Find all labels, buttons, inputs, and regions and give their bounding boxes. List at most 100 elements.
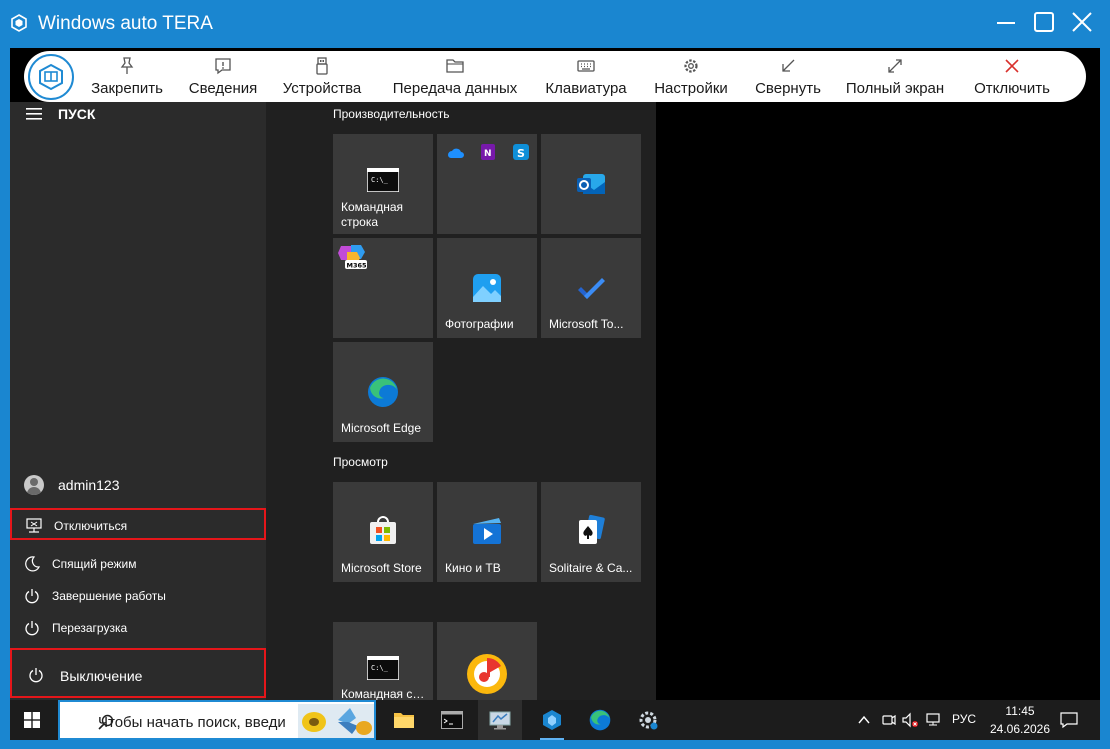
sleep-item[interactable]: Спящий режим (10, 548, 266, 580)
info-icon (215, 58, 231, 75)
search-highlight-illustration-icon (298, 704, 374, 738)
m365-icon: M365 (338, 245, 367, 270)
cmd-icon (441, 711, 463, 729)
tile-microsoft-store[interactable]: Microsoft Store (333, 482, 433, 582)
start-menu-title: ПУСК (58, 106, 96, 122)
tile-office-apps[interactable]: N S (437, 134, 537, 234)
tile-label: Microsoft To... (549, 317, 624, 331)
tera-logo-icon (39, 63, 63, 91)
tile-command-prompt[interactable]: C:\_ Командная строка (333, 134, 433, 234)
todo-icon (578, 278, 605, 299)
group-title-view: Просмотр (333, 455, 388, 469)
notification-icon[interactable] (1060, 712, 1078, 728)
tile-outlook[interactable] (541, 134, 641, 234)
remote-session-toolbar: Закрепить Сведения Устройства Передача д… (24, 51, 1086, 102)
edge-icon (589, 709, 611, 731)
gear-icon (684, 59, 698, 73)
restart-item[interactable]: Перезагрузка (10, 612, 266, 644)
disconnect-label: Отключиться (54, 519, 128, 533)
shutdown-label: Завершение работы (52, 589, 166, 603)
avatar (24, 475, 44, 495)
disconnect-icon (26, 518, 42, 533)
power-icon (29, 668, 43, 683)
toolbar-button-label: Отключить (974, 80, 1050, 97)
input-language-indicator[interactable]: РУС (952, 712, 976, 726)
sleep-label: Спящий режим (52, 557, 137, 571)
close-window-icon[interactable] (1070, 10, 1094, 34)
tile-microsoft-edge[interactable]: Microsoft Edge (333, 342, 433, 442)
toolbar-button-label: Закрепить (91, 80, 163, 97)
toolbar-info-button[interactable]: Сведения (180, 51, 266, 102)
power-icon (25, 589, 39, 604)
svg-text:N: N (484, 149, 492, 159)
clock-time[interactable]: 11:45 (1000, 704, 1040, 718)
tile-music[interactable] (437, 622, 537, 700)
camera-tray-icon[interactable] (880, 712, 896, 728)
maximize-window-icon[interactable] (1032, 10, 1056, 34)
remote-desktop-icon (489, 711, 511, 730)
tile-label: Microsoft Edge (341, 421, 422, 435)
pin-icon (120, 57, 134, 74)
user-account[interactable]: admin123 (10, 472, 266, 500)
tile-microsoft-todo[interactable]: Microsoft To... (541, 238, 641, 338)
toolbar-minimize-button[interactable]: Свернуть (746, 51, 830, 102)
tile-solitaire[interactable]: Solitaire & Ca... (541, 482, 641, 582)
clock-date[interactable]: 24.06.2026 (986, 722, 1054, 736)
taskbar-file-explorer[interactable] (382, 700, 426, 740)
cmd-icon: C:\_ (367, 656, 399, 680)
taskbar-command-prompt[interactable] (430, 700, 474, 740)
window-title: Windows auto TERA (38, 13, 213, 34)
folder-icon (446, 59, 464, 73)
windows-start-icon[interactable] (24, 712, 40, 728)
taskbar: Чтобы начать поиск, введи РУС 11:45 24.0… (10, 700, 1100, 740)
restart-label: Перезагрузка (52, 621, 128, 635)
minimize-arrow-icon (782, 59, 795, 72)
tile-photos[interactable]: Фотографии (437, 238, 537, 338)
movies-icon (473, 518, 501, 544)
taskbar-edge[interactable] (578, 700, 622, 740)
toolbar-button-label: Передача данных (392, 80, 518, 97)
toolbar-settings-button[interactable]: Настройки (644, 51, 738, 102)
remote-desktop-view[interactable]: ПУСК admin123 Отключиться Спящий режим З… (10, 48, 1100, 740)
edge-icon (368, 377, 398, 407)
tile-command-prompt-2[interactable]: C:\_ Командная строка (333, 622, 433, 701)
toolbar-button-label: Сведения (188, 80, 258, 97)
app-logo-icon (11, 14, 27, 32)
tile-m365[interactable]: M365 (333, 238, 433, 338)
toolbar-fullscreen-button[interactable]: Полный экран (836, 51, 954, 102)
toolbar-keyboard-button[interactable]: Клавиатура (536, 51, 636, 102)
tera-app-icon (543, 710, 561, 730)
toolbar-button-label: Настройки (654, 80, 728, 97)
minimize-window-icon[interactable] (994, 10, 1018, 34)
hamburger-menu-icon[interactable] (26, 108, 42, 120)
cmd-icon: C:\_ (367, 168, 399, 192)
fullscreen-icon (888, 59, 902, 73)
group-title-productivity: Производительность (333, 107, 450, 121)
toolbar-file-transfer-button[interactable]: Передача данных (380, 51, 530, 102)
title-bar: Windows auto TERA (0, 0, 1110, 48)
music-icon (467, 654, 507, 694)
tera-logo-button[interactable] (28, 54, 74, 100)
outlook-icon (577, 174, 605, 194)
store-icon (370, 516, 396, 544)
disconnect-item[interactable]: Отключиться (10, 508, 266, 540)
taskbar-remote-desktop[interactable] (478, 700, 522, 740)
toolbar-pin-button[interactable]: Закрепить (82, 51, 172, 102)
keyboard-icon (577, 60, 595, 72)
tile-label: Кино и ТВ (445, 561, 501, 575)
taskbar-tera-app[interactable] (530, 700, 574, 740)
toolbar-disconnect-button[interactable]: Отключить (962, 51, 1062, 102)
taskbar-search-input[interactable]: Чтобы начать поиск, введи (58, 700, 376, 740)
tile-movies-tv[interactable]: Кино и ТВ (437, 482, 537, 582)
shutdown-item[interactable]: Завершение работы (10, 580, 266, 612)
taskbar-settings-app[interactable] (626, 700, 670, 740)
chevron-up-icon[interactable] (856, 712, 872, 728)
moon-icon (25, 556, 40, 572)
svg-text:C:\_: C:\_ (371, 176, 389, 184)
folder-icon (394, 713, 414, 728)
toolbar-devices-button[interactable]: Устройства (274, 51, 370, 102)
volume-muted-icon[interactable] (902, 712, 918, 728)
network-icon[interactable] (926, 712, 942, 728)
power-button[interactable]: Выключение (10, 648, 266, 698)
photos-icon (473, 274, 501, 302)
